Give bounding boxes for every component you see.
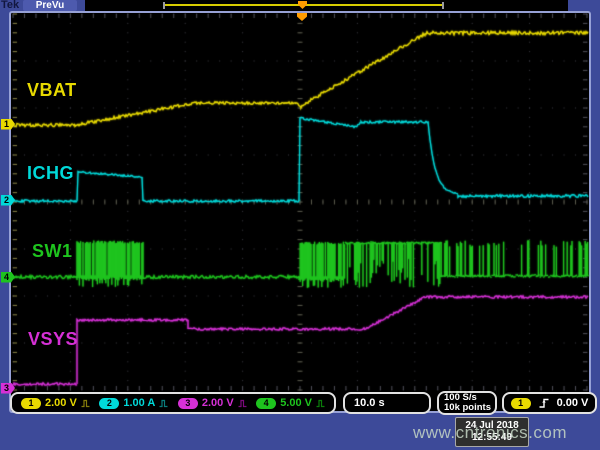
channel-4-badge: 4 (256, 398, 276, 409)
watermark-text: www.cntronics.com (413, 423, 567, 443)
timebase-readout: 10.0 s (343, 392, 431, 414)
waveform-coupling-icon (238, 399, 247, 408)
channel-4-readout: 4 5.00 V (256, 397, 325, 409)
acquisition-record-bar (85, 0, 568, 11)
record-window-start-bracket (163, 2, 165, 9)
waveform-coupling-icon (316, 399, 325, 408)
channel-1-badge: 1 (21, 398, 41, 409)
rising-edge-icon (538, 397, 550, 409)
trace-label-ichg: ICHG (27, 163, 74, 184)
trigger-readout: 1 0.00 V (502, 392, 597, 414)
channel-1-readout: 1 2.00 V (21, 397, 90, 409)
channel-1-scale: 2.00 V (45, 397, 77, 409)
channel-scales-readout: 1 2.00 V 2 1.00 A 3 2.00 V 4 5.00 V (10, 392, 336, 414)
channel-3-badge: 3 (178, 398, 198, 409)
channel-2-readout: 2 1.00 A (99, 397, 168, 409)
acquisition-mode-badge: PreVu (23, 0, 77, 11)
trigger-level: 0.00 V (557, 397, 589, 409)
bottom-chrome: www.cntronics.com 24 Jul 2018 12:55:49 (0, 415, 600, 450)
header-bar: Tek PreVu (0, 0, 600, 11)
waveform-display (0, 0, 600, 450)
record-trigger-position-icon (298, 1, 307, 9)
timebase-value: 10.0 s (354, 397, 385, 409)
record-length: 10k points (444, 403, 491, 413)
trace-label-sw1: SW1 (32, 241, 73, 262)
channel-2-scale: 1.00 A (123, 397, 155, 409)
record-window-end-bracket (442, 2, 444, 9)
trace-label-vsys: VSYS (28, 329, 78, 350)
trigger-source-badge: 1 (511, 398, 531, 409)
channel-2-badge: 2 (99, 398, 119, 409)
channel-3-scale: 2.00 V (202, 397, 234, 409)
tek-logo: Tek (1, 0, 19, 11)
waveform-coupling-icon (159, 399, 168, 408)
waveform-coupling-icon (81, 399, 90, 408)
trace-label-vbat: VBAT (27, 80, 77, 101)
channel-3-readout: 3 2.00 V (178, 397, 247, 409)
acquisition-readout: 100 S/s 10k points (437, 391, 497, 415)
channel-4-scale: 5.00 V (280, 397, 312, 409)
